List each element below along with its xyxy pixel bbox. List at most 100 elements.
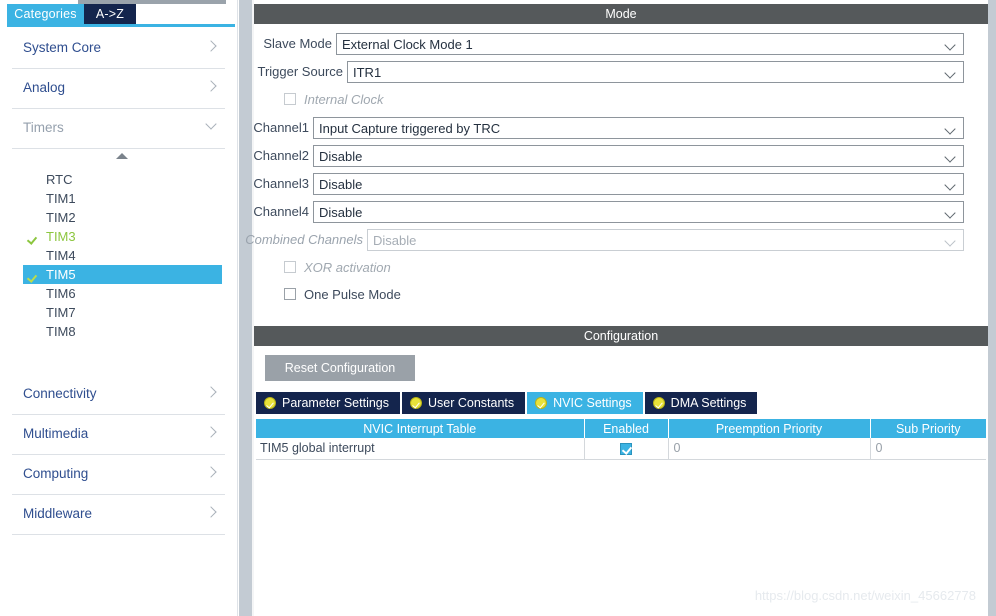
checkbox-label: Internal Clock <box>304 92 384 107</box>
chevron-down-icon <box>945 69 956 76</box>
configuration-section-header: Configuration <box>254 326 988 346</box>
list-item-label: TIM7 <box>46 305 76 320</box>
chevron-right-icon <box>206 507 217 518</box>
select-value: Disable <box>319 149 363 164</box>
field-combined-channels: Combined Channels Disable <box>245 229 988 251</box>
channel3-select[interactable]: Disable <box>313 173 964 195</box>
chevron-right-icon <box>206 41 217 52</box>
check-circle-icon <box>652 397 665 409</box>
list-item-label: TIM8 <box>46 324 76 339</box>
tab-user-constants[interactable]: User Constants <box>402 392 526 414</box>
check-icon <box>28 268 41 281</box>
chevron-down-icon <box>945 237 956 244</box>
column-header-preemption-priority[interactable]: Preemption Priority <box>668 419 871 438</box>
list-item-tim7[interactable]: TIM7 <box>23 303 222 322</box>
field-label: Channel1 <box>253 120 309 135</box>
timer-list: RTC TIM1 TIM2 TIM3 TIM4 TIM5 TIM6 TIM7 T… <box>23 170 222 341</box>
list-item-tim5[interactable]: TIM5 <box>23 265 222 284</box>
sidebar-item-timers[interactable]: Timers <box>12 109 225 149</box>
channel1-select[interactable]: Input Capture triggered by TRC <box>313 117 964 139</box>
sidebar-item-label: Computing <box>23 466 89 481</box>
sidebar-item-system-core[interactable]: System Core <box>12 29 225 69</box>
list-item-tim4[interactable]: TIM4 <box>23 246 222 265</box>
tab-label: User Constants <box>428 396 515 410</box>
cell-sub-priority[interactable]: 0 <box>870 438 986 460</box>
sidebar: Categories A->Z System Core Analog Timer… <box>0 0 238 616</box>
column-header-enabled[interactable]: Enabled <box>584 419 669 438</box>
watermark-text: https://blog.csdn.net/weixin_45662778 <box>754 588 976 603</box>
list-item-tim8[interactable]: TIM8 <box>23 322 222 341</box>
sidebar-item-connectivity[interactable]: Connectivity <box>12 375 225 415</box>
field-trigger-source: Trigger Source ITR1 <box>254 61 988 83</box>
tab-a-to-z[interactable]: A->Z <box>84 4 136 24</box>
panel-divider[interactable] <box>239 0 252 616</box>
chevron-down-icon <box>945 209 956 216</box>
trigger-source-select[interactable]: ITR1 <box>347 61 964 83</box>
checkbox-label: XOR activation <box>304 260 391 275</box>
tab-categories[interactable]: Categories <box>7 4 84 24</box>
category-list-bottom: Connectivity Multimedia Computing Middle… <box>0 375 237 535</box>
chevron-down-icon <box>945 153 956 160</box>
scroll-up-arrow-icon[interactable] <box>113 152 131 162</box>
list-item-tim3[interactable]: TIM3 <box>23 227 222 246</box>
select-value: Input Capture triggered by TRC <box>319 121 501 136</box>
field-label: Channel4 <box>253 204 309 219</box>
tab-nvic-settings[interactable]: NVIC Settings <box>527 392 643 414</box>
list-item-label: TIM3 <box>46 229 76 244</box>
list-item-tim2[interactable]: TIM2 <box>23 208 222 227</box>
select-value: ITR1 <box>353 65 382 80</box>
field-label: Channel2 <box>253 148 309 163</box>
chevron-down-icon <box>206 121 217 132</box>
select-value: Disable <box>373 233 417 248</box>
field-channel3: Channel3 Disable <box>253 173 988 195</box>
column-header-sub-priority[interactable]: Sub Priority <box>870 419 986 438</box>
tab-dma-settings[interactable]: DMA Settings <box>644 392 758 414</box>
tab-underline <box>7 24 235 27</box>
cell-enabled[interactable] <box>584 438 669 460</box>
sidebar-tabbar: Categories A->Z <box>0 4 238 24</box>
list-item-rtc[interactable]: RTC <box>23 170 222 189</box>
list-item-label: TIM2 <box>46 210 76 225</box>
sidebar-item-middleware[interactable]: Middleware <box>12 495 225 535</box>
chevron-right-icon <box>206 467 217 478</box>
one-pulse-mode-checkbox[interactable] <box>284 288 296 300</box>
field-slave-mode: Slave Mode External Clock Mode 1 <box>254 33 988 55</box>
enabled-checkbox[interactable] <box>620 442 632 455</box>
sidebar-item-label: Connectivity <box>23 386 97 401</box>
check-circle-icon <box>535 397 548 409</box>
xor-activation-checkbox <box>284 261 296 273</box>
cell-preemption-priority[interactable]: 0 <box>668 438 871 460</box>
slave-mode-select[interactable]: External Clock Mode 1 <box>336 33 964 55</box>
sidebar-item-label: Multimedia <box>23 426 89 441</box>
field-channel1: Channel1 Input Capture triggered by TRC <box>253 117 988 139</box>
sidebar-item-multimedia[interactable]: Multimedia <box>12 415 225 455</box>
tab-label: DMA Settings <box>670 396 747 410</box>
list-item-label: TIM1 <box>46 191 76 206</box>
list-item-tim6[interactable]: TIM6 <box>23 284 222 303</box>
tab-parameter-settings[interactable]: Parameter Settings <box>256 392 400 414</box>
list-item-tim1[interactable]: TIM1 <box>23 189 222 208</box>
select-value: External Clock Mode 1 <box>342 37 473 52</box>
reset-configuration-button[interactable]: Reset Configuration <box>265 355 415 381</box>
sidebar-item-label: Timers <box>23 120 64 135</box>
channel4-select[interactable]: Disable <box>313 201 964 223</box>
sidebar-item-analog[interactable]: Analog <box>12 69 225 109</box>
configuration-tabbar: Parameter Settings User Constants NVIC S… <box>256 392 759 414</box>
main-panel: Mode Slave Mode External Clock Mode 1 Tr… <box>245 0 996 616</box>
field-label: Trigger Source <box>257 64 344 79</box>
channel2-select[interactable]: Disable <box>313 145 964 167</box>
chevron-down-icon <box>945 181 956 188</box>
sidebar-item-computing[interactable]: Computing <box>12 455 225 495</box>
cell-interrupt-name: TIM5 global interrupt <box>256 438 585 460</box>
table-row[interactable]: TIM5 global interrupt 0 0 <box>256 438 986 460</box>
sidebar-item-label: Analog <box>23 80 66 95</box>
sidebar-item-label: System Core <box>23 40 102 55</box>
list-item-label: TIM6 <box>46 286 76 301</box>
combined-channels-select: Disable <box>367 229 964 251</box>
check-circle-icon <box>264 397 276 409</box>
column-header-nvic-interrupt-table[interactable]: NVIC Interrupt Table <box>256 419 585 438</box>
mode-section-header: Mode <box>254 4 988 24</box>
select-value: Disable <box>319 177 363 192</box>
mode-section-body: Slave Mode External Clock Mode 1 Trigger… <box>245 25 988 308</box>
field-label: Combined Channels <box>245 232 363 247</box>
